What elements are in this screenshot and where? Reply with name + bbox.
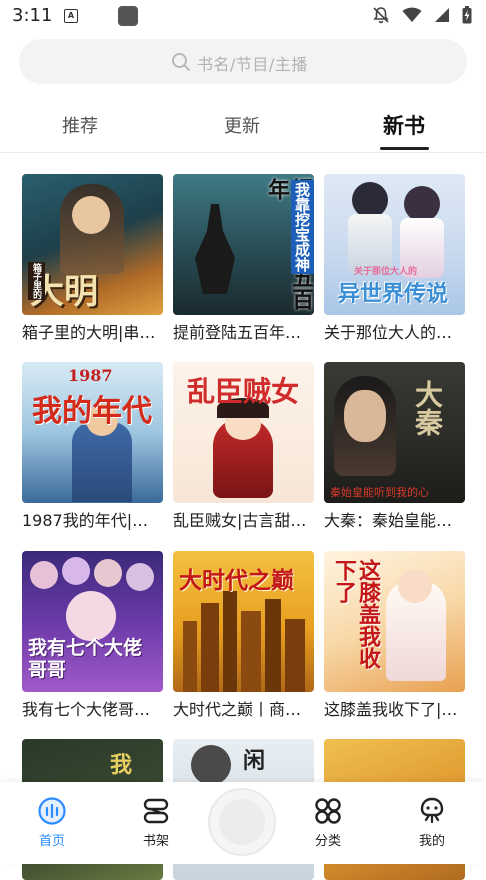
- book-card[interactable]: 1987 我的年代 1987我的年代|…: [22, 362, 163, 533]
- nav-home-label: 首页: [38, 834, 65, 849]
- search-placeholder: 书名/节目/主播: [197, 55, 308, 74]
- nav-bookshelf-label: 书架: [142, 834, 169, 849]
- book-cover[interactable]: 提前登陆五百年 我靠挖宝成神: [173, 174, 314, 315]
- book-title: 我有七个大佬哥…: [22, 700, 151, 719]
- book-card[interactable]: 大秦 秦始皇能听到我的心 大秦：秦始皇能…: [324, 362, 465, 533]
- cover-subtitle: 箱子里的: [28, 262, 45, 300]
- profile-icon: [420, 797, 444, 824]
- book-cover[interactable]: 异世界传说 关于那位大人的: [324, 174, 465, 315]
- player-cover: [219, 799, 265, 845]
- player-button[interactable]: [208, 788, 276, 856]
- book-title: 关于那位大人的…: [324, 323, 453, 342]
- category-grid-icon: [315, 798, 341, 824]
- book-card[interactable]: 乱臣贼女 乱臣贼女|古言甜…: [173, 362, 314, 533]
- cover-title: 这膝盖我收下了: [331, 559, 381, 669]
- cover-title: 我的年代: [32, 394, 152, 429]
- notifications-off-icon: [373, 7, 389, 24]
- tab-bar: 推荐 更新 新书: [0, 100, 486, 153]
- nav-bookshelf[interactable]: 书架: [126, 796, 186, 849]
- battery-charging-icon: [462, 6, 472, 24]
- notification-app-icon: [118, 6, 138, 26]
- book-title: 提前登陆五百年…: [173, 323, 302, 342]
- cover-title: 大秦: [411, 380, 444, 436]
- book-cover[interactable]: 大秦 秦始皇能听到我的心: [324, 362, 465, 503]
- nav-mine-label: 我的: [418, 834, 445, 849]
- search-icon: [172, 53, 190, 71]
- tab-recommend[interactable]: 推荐: [62, 112, 98, 138]
- book-cover[interactable]: 大时代之巅: [173, 551, 314, 692]
- book-cover[interactable]: 大明 箱子里的: [22, 174, 163, 315]
- book-card[interactable]: 大明 箱子里的 箱子里的大明|串…: [22, 174, 163, 345]
- tab-new-books[interactable]: 新书: [383, 110, 425, 140]
- cover-title: 闲: [243, 748, 266, 774]
- status-icons: [372, 6, 472, 24]
- book-card[interactable]: 大时代之巅 大时代之巅丨商…: [173, 551, 314, 722]
- cover-title: 乱臣贼女: [187, 375, 300, 408]
- cover-title: 大时代之巅: [179, 567, 294, 594]
- book-cover[interactable]: 乱臣贼女: [173, 362, 314, 503]
- book-title: 1987我的年代|…: [22, 511, 149, 530]
- nav-category[interactable]: 分类: [298, 796, 358, 849]
- cover-subtitle: 关于那位大人的: [354, 267, 418, 277]
- bookshelf-icon: [143, 798, 169, 824]
- book-cover[interactable]: 1987 我的年代: [22, 362, 163, 503]
- cover-title: 异世界传说: [338, 281, 449, 307]
- tab-update[interactable]: 更新: [224, 112, 260, 138]
- book-cover[interactable]: 这膝盖我收下了: [324, 551, 465, 692]
- home-icon: [38, 797, 66, 825]
- book-card[interactable]: 我有七个大佬哥哥 我有七个大佬哥…: [22, 551, 163, 722]
- book-title: 乱臣贼女|古言甜…: [173, 511, 307, 530]
- nav-home[interactable]: 首页: [22, 796, 82, 849]
- wifi-icon: [402, 7, 422, 22]
- book-title: 大时代之巅丨商…: [173, 700, 302, 719]
- bottom-nav: 首页 书架 分类 我的: [0, 782, 486, 864]
- notification-a-icon: A: [64, 9, 78, 23]
- status-time: 3:11: [12, 5, 53, 26]
- search-input[interactable]: 书名/节目/主播: [19, 39, 467, 84]
- book-title: 这膝盖我收下了|…: [324, 700, 458, 719]
- cover-subtitle: 1987: [68, 366, 113, 385]
- tab-active-indicator: [380, 147, 429, 150]
- cover-title: 我: [110, 752, 133, 778]
- status-bar: 3:11 A: [0, 0, 486, 32]
- nav-mine[interactable]: 我的: [402, 796, 462, 849]
- nav-category-label: 分类: [314, 834, 341, 849]
- book-card[interactable]: 提前登陆五百年 我靠挖宝成神 提前登陆五百年…: [173, 174, 314, 345]
- cover-subtitle: 我靠挖宝成神: [291, 180, 314, 274]
- book-title: 箱子里的大明|串…: [22, 323, 156, 342]
- cover-subtitle: 秦始皇能听到我的心: [330, 486, 429, 499]
- book-title: 大秦：秦始皇能…: [324, 511, 453, 530]
- cover-title: 我有七个大佬哥哥: [28, 637, 143, 681]
- book-card[interactable]: 这膝盖我收下了 这膝盖我收下了|…: [324, 551, 465, 722]
- book-card[interactable]: 异世界传说 关于那位大人的 关于那位大人的…: [324, 174, 465, 345]
- book-cover[interactable]: 我有七个大佬哥哥: [22, 551, 163, 692]
- signal-icon: [435, 8, 449, 22]
